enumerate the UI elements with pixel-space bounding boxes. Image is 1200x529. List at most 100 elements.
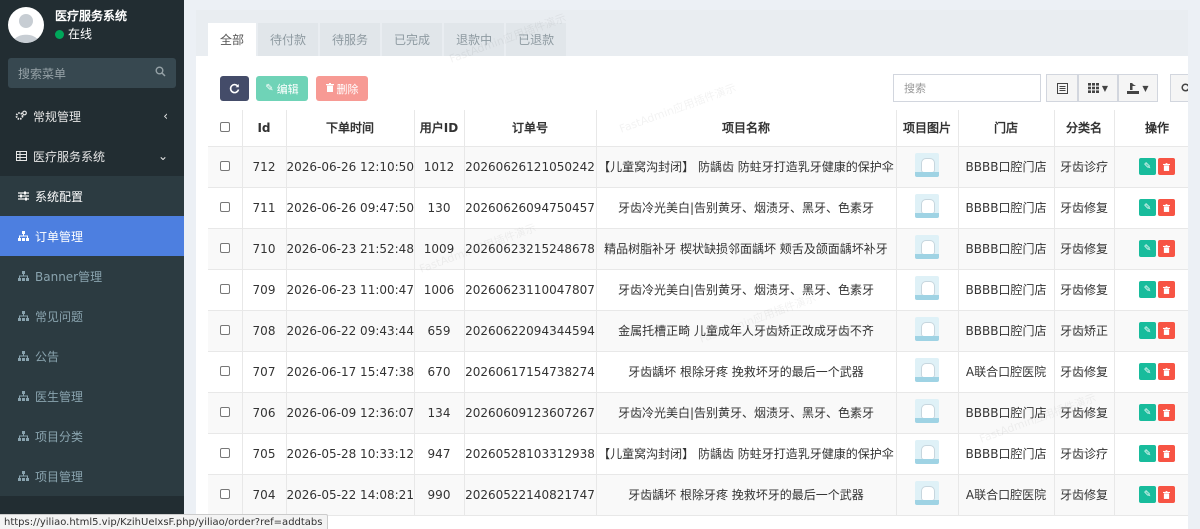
tooth-thumbnail[interactable] [915, 194, 939, 218]
row-delete-button[interactable] [1158, 363, 1175, 380]
cell-category: 牙齿修复 [1054, 351, 1115, 393]
row-delete-button[interactable] [1158, 445, 1175, 462]
col-header-time[interactable]: 下单时间 [286, 110, 415, 147]
search-icon[interactable] [155, 66, 166, 80]
tooth-thumbnail[interactable] [915, 440, 939, 464]
cell-id: 707 [242, 351, 287, 393]
tooth-thumbnail[interactable] [915, 317, 939, 341]
sidebar-item-system-config[interactable]: 系统配置 [0, 176, 184, 216]
sidebar-item-medical-system[interactable]: 医疗服务系统 ⌄ [0, 136, 184, 176]
cell-store: BBBB口腔门店 [958, 146, 1055, 188]
tooth-thumbnail[interactable] [915, 399, 939, 423]
row-checkbox[interactable] [219, 201, 230, 212]
col-header-user-id[interactable]: 用户ID [414, 110, 465, 147]
row-delete-button[interactable] [1158, 322, 1175, 339]
col-header-store[interactable]: 门店 [958, 110, 1055, 147]
cell-category: 牙齿矫正 [1054, 310, 1115, 352]
row-edit-button[interactable]: ✎ [1139, 158, 1156, 175]
row-delete-button[interactable] [1158, 240, 1175, 257]
row-edit-button[interactable]: ✎ [1139, 486, 1156, 503]
trash-icon [1163, 449, 1170, 458]
col-header-project-image[interactable]: 项目图片 [896, 110, 959, 147]
avatar[interactable] [8, 7, 44, 43]
export-button[interactable]: ▼ [1118, 74, 1158, 102]
tab-all[interactable]: 全部 [208, 23, 257, 56]
sidebar-search-input[interactable]: 搜索菜单 [8, 58, 176, 88]
row-delete-button[interactable] [1158, 199, 1175, 216]
sidebar-item-faq[interactable]: 常见问题 [0, 296, 184, 336]
cell-id: 711 [242, 187, 287, 229]
col-header-id[interactable]: Id [242, 110, 287, 147]
table-row[interactable]: 704 2026-05-22 14:08:21 990 202605221408217… [208, 474, 1188, 516]
table-row[interactable]: 706 2026-06-09 12:36:07 134 202606091236072… [208, 392, 1188, 434]
cell-category: 牙齿修复 [1054, 474, 1115, 516]
orders-table: Id 下单时间 用户ID 订单号 项目名称 项目图片 门店 分类名 操作 712… [208, 110, 1188, 516]
sidebar-item-doctors[interactable]: 医生管理 [0, 376, 184, 416]
sidebar-item-categories[interactable]: 项目分类 [0, 416, 184, 456]
row-edit-button[interactable]: ✎ [1139, 281, 1156, 298]
row-edit-button[interactable]: ✎ [1139, 199, 1156, 216]
caret-down-icon: ▼ [1142, 83, 1149, 93]
tab-refunded[interactable]: 已退款 [506, 23, 567, 56]
col-header-category[interactable]: 分类名 [1054, 110, 1115, 147]
tab-refunding[interactable]: 退款中 [444, 23, 505, 56]
row-checkbox[interactable] [219, 242, 230, 253]
col-header-order-no[interactable]: 订单号 [464, 110, 597, 147]
row-edit-button[interactable]: ✎ [1139, 445, 1156, 462]
row-delete-button[interactable] [1158, 158, 1175, 175]
table-row[interactable]: 711 2026-06-26 09:47:50 130 202606260947504… [208, 187, 1188, 229]
row-edit-button[interactable]: ✎ [1139, 404, 1156, 421]
table-row[interactable]: 710 2026-06-23 21:52:48 1009 20260623215248… [208, 228, 1188, 270]
tooth-thumbnail[interactable] [915, 358, 939, 382]
edit-button[interactable]: ✎ 编辑 [256, 76, 308, 101]
row-delete-button[interactable] [1158, 404, 1175, 421]
table-row[interactable]: 709 2026-06-23 11:00:47 1006 20260623110047… [208, 269, 1188, 311]
row-delete-button[interactable] [1158, 281, 1175, 298]
sidebar-item-projects[interactable]: 项目管理 [0, 456, 184, 496]
row-checkbox[interactable] [219, 365, 230, 376]
table-row[interactable]: 707 2026-06-17 15:47:38 670 202606171547382… [208, 351, 1188, 393]
row-checkbox[interactable] [219, 160, 230, 171]
tab-pending-service[interactable]: 待服务 [320, 23, 381, 56]
tooth-thumbnail[interactable] [915, 235, 939, 259]
user-avatar-icon [13, 14, 39, 43]
tooth-thumbnail[interactable] [915, 481, 939, 505]
columns-toggle-button[interactable]: ▼ [1078, 74, 1118, 102]
row-checkbox[interactable] [219, 488, 230, 499]
cell-category: 牙齿修复 [1054, 187, 1115, 229]
refresh-button[interactable] [220, 76, 249, 101]
delete-button[interactable]: 删除 [316, 76, 368, 101]
cell-store: BBBB口腔门店 [958, 187, 1055, 229]
tooth-thumbnail[interactable] [915, 276, 939, 300]
cell-user-id: 1009 [414, 228, 465, 270]
row-edit-button[interactable]: ✎ [1139, 240, 1156, 257]
sidebar-item-announcement[interactable]: 公告 [0, 336, 184, 376]
cell-id: 705 [242, 433, 287, 475]
select-all-checkbox[interactable] [219, 121, 230, 132]
tooth-thumbnail[interactable] [915, 153, 939, 177]
row-delete-button[interactable] [1158, 486, 1175, 503]
cell-user-id: 130 [414, 187, 465, 229]
tab-completed[interactable]: 已完成 [382, 23, 443, 56]
sidebar-item-banner[interactable]: Banner管理 [0, 256, 184, 296]
cell-project-image [896, 351, 959, 393]
col-header-project-name[interactable]: 项目名称 [596, 110, 897, 147]
row-checkbox[interactable] [219, 324, 230, 335]
sidebar-item-general[interactable]: 常规管理 ‹ [0, 96, 184, 136]
sidebar-item-orders[interactable]: 订单管理 [0, 216, 184, 256]
advanced-search-button[interactable] [1170, 74, 1188, 102]
table-row[interactable]: 705 2026-05-28 10:33:12 947 202605281033129… [208, 433, 1188, 475]
row-checkbox[interactable] [219, 283, 230, 294]
row-edit-button[interactable]: ✎ [1139, 322, 1156, 339]
row-edit-button[interactable]: ✎ [1139, 363, 1156, 380]
row-checkbox[interactable] [219, 406, 230, 417]
tab-pending-payment[interactable]: 待付款 [258, 23, 319, 56]
toggle-card-view-button[interactable] [1046, 74, 1078, 102]
browser-status-url: https://yiliao.html5.vip/KzihUeIxsF.php/… [0, 514, 328, 529]
table-row[interactable]: 712 2026-06-26 12:10:50 1012 20260626121050… [208, 146, 1188, 188]
table-row[interactable]: 708 2026-06-22 09:43:44 659 202606220943445… [208, 310, 1188, 352]
table-search-input[interactable]: 搜索 [893, 74, 1041, 102]
row-checkbox[interactable] [219, 447, 230, 458]
pencil-icon: ✎ [1143, 448, 1152, 459]
cell-category: 牙齿修复 [1054, 392, 1115, 434]
